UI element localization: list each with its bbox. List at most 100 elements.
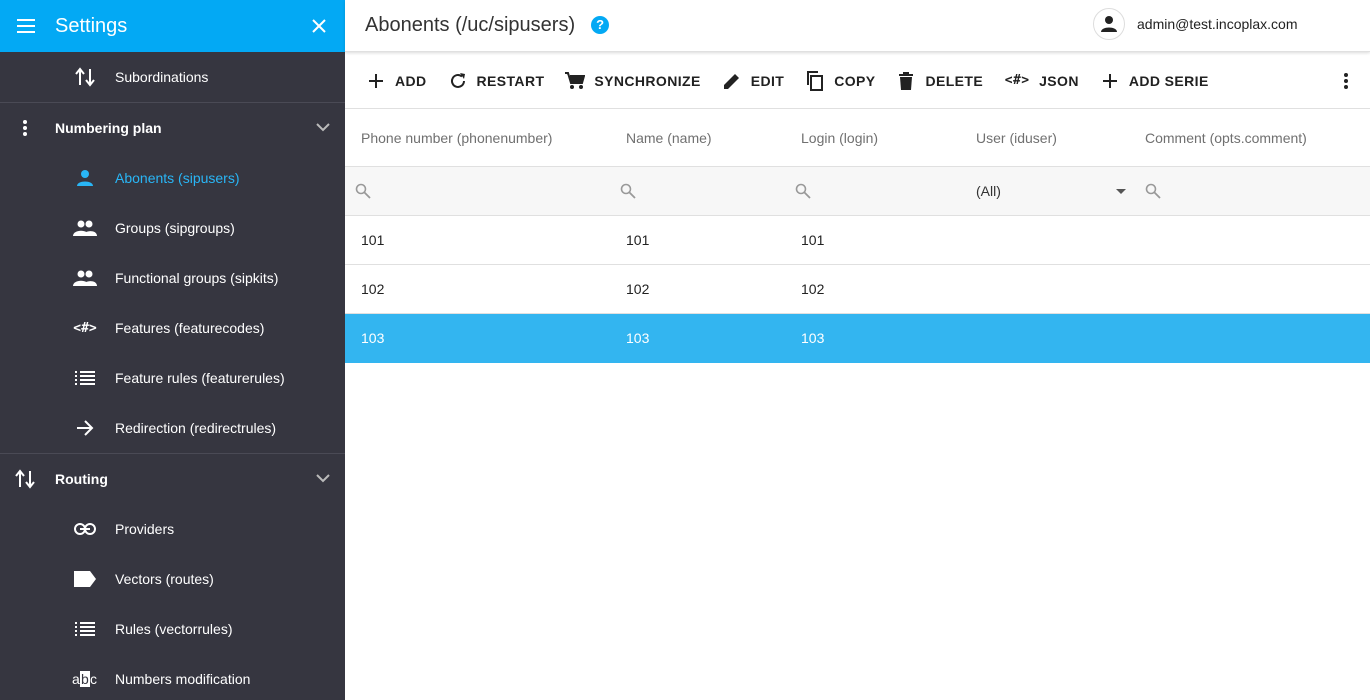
list-icon <box>72 617 98 641</box>
sidebar-item-label: Providers <box>115 521 175 537</box>
chevron-down-icon[interactable] <box>313 468 333 488</box>
edit-button-label: EDIT <box>750 72 785 89</box>
data-grid: Phone number (phonenumber) Name (name) L… <box>345 110 1370 363</box>
dropdown-arrow-icon <box>1116 188 1126 194</box>
search-icon <box>793 181 813 201</box>
close-icon[interactable] <box>307 14 331 38</box>
pencil-icon <box>721 70 743 92</box>
sidebar-item-label: Feature rules (featurerules) <box>115 370 285 386</box>
restart-button[interactable]: RESTART <box>437 63 555 99</box>
sidebar-item-label: Rules (vectorrules) <box>115 621 233 637</box>
svg-text:a: a <box>72 671 80 687</box>
sidebar-item-rules[interactable]: Rules (vectorrules) <box>0 604 345 654</box>
delete-button[interactable]: DELETE <box>885 63 993 99</box>
cell-phone: 102 <box>361 281 385 297</box>
sidebar-group-numbering-plan[interactable]: Numbering plan <box>0 102 345 153</box>
code-hash-icon: <#> <box>1004 73 1030 88</box>
code-hash-icon: <#> <box>73 320 97 336</box>
user-filter-select[interactable]: (All) <box>960 183 1135 199</box>
copy-button[interactable]: COPY <box>794 63 885 99</box>
abc-icon: abc <box>72 667 98 691</box>
cell-name: 103 <box>626 330 650 346</box>
trash-icon <box>895 70 917 92</box>
chevron-down-icon[interactable] <box>313 117 333 137</box>
phone-filter-input[interactable] <box>345 181 610 201</box>
plus-icon <box>1099 70 1121 92</box>
cell-name: 101 <box>626 232 650 248</box>
sort-arrows-icon <box>12 467 38 491</box>
avatar[interactable] <box>1093 8 1125 40</box>
link-icon <box>72 517 98 541</box>
menu-icon[interactable] <box>14 14 38 38</box>
cell-name: 102 <box>626 281 650 297</box>
synchronize-button[interactable]: SYNCHRONIZE <box>554 63 710 99</box>
help-icon[interactable]: ? <box>591 15 610 34</box>
more-vertical-icon <box>12 116 38 140</box>
table-row-selected[interactable]: 103 103 103 <box>345 314 1370 363</box>
sidebar-group-routing[interactable]: Routing <box>0 453 345 504</box>
sidebar-item-subordinations[interactable]: Subordinations <box>0 52 345 102</box>
column-header-comment[interactable]: Comment (opts.comment) <box>1135 130 1370 146</box>
page-title: Abonents (/uc/sipusers) <box>365 14 576 36</box>
sidebar-item-label: Subordinations <box>115 69 209 85</box>
login-filter-input[interactable] <box>785 181 960 201</box>
sidebar-item-functional-groups[interactable]: Functional groups (sipkits) <box>0 253 345 303</box>
cell-phone: 101 <box>361 232 385 248</box>
sidebar-item-vectors[interactable]: Vectors (routes) <box>0 554 345 604</box>
sidebar-header: Settings <box>0 0 345 52</box>
people-icon <box>72 266 98 290</box>
copy-button-label: COPY <box>834 72 876 89</box>
svg-text:c: c <box>90 671 97 687</box>
toolbar: ADD RESTART SYNCHRONIZE EDIT COPY DELETE… <box>345 53 1370 109</box>
sidebar-item-features[interactable]: <#> Features (featurecodes) <box>0 303 345 353</box>
plus-icon <box>365 70 387 92</box>
cell-login: 102 <box>801 281 825 297</box>
table-row[interactable]: 101 101 101 <box>345 216 1370 265</box>
list-icon <box>72 366 98 390</box>
sidebar-group-label: Numbering plan <box>55 120 162 136</box>
sidebar: Settings Subordinations Numbering plan A… <box>0 0 345 700</box>
person-icon <box>72 166 98 190</box>
column-header-user[interactable]: User (iduser) <box>960 130 1135 146</box>
refresh-icon <box>447 70 469 92</box>
sidebar-item-numbers-modification[interactable]: abc Numbers modification <box>0 654 345 700</box>
restart-button-label: RESTART <box>476 72 545 89</box>
comment-filter-input[interactable] <box>1135 181 1370 201</box>
sidebar-item-redirection[interactable]: Redirection (redirectrules) <box>0 403 345 453</box>
sidebar-item-label: Functional groups (sipkits) <box>115 270 279 286</box>
column-header-phone[interactable]: Phone number (phonenumber) <box>345 130 610 146</box>
copy-icon <box>804 70 826 92</box>
sidebar-item-label: Features (featurecodes) <box>115 320 265 336</box>
filter-row: (All) <box>345 167 1370 216</box>
sidebar-item-label: Numbers modification <box>115 671 251 687</box>
sidebar-item-label: Vectors (routes) <box>115 571 214 587</box>
sidebar-item-abonents[interactable]: Abonents (sipusers) <box>0 153 345 203</box>
label-icon <box>72 567 98 591</box>
sidebar-item-feature-rules[interactable]: Feature rules (featurerules) <box>0 353 345 403</box>
sidebar-item-providers[interactable]: Providers <box>0 504 345 554</box>
column-header-name[interactable]: Name (name) <box>610 130 785 146</box>
sort-arrows-icon <box>72 65 98 89</box>
sidebar-item-label: Groups (sipgroups) <box>115 220 235 236</box>
user-filter-value: (All) <box>976 183 1001 199</box>
add-button[interactable]: ADD <box>355 63 437 99</box>
delete-button-label: DELETE <box>925 72 984 89</box>
sidebar-group-label: Routing <box>55 471 108 487</box>
add-serie-button[interactable]: ADD SERIE <box>1089 63 1219 99</box>
sidebar-item-groups[interactable]: Groups (sipgroups) <box>0 203 345 253</box>
cell-login: 101 <box>801 232 825 248</box>
more-vertical-icon[interactable] <box>1334 69 1358 93</box>
sidebar-item-label: Redirection (redirectrules) <box>115 420 277 436</box>
svg-text:b: b <box>81 671 89 687</box>
search-icon <box>1143 181 1163 201</box>
grid-header: Phone number (phonenumber) Name (name) L… <box>345 110 1370 167</box>
cell-login: 103 <box>801 330 825 346</box>
user-email[interactable]: admin@test.incoplax.com <box>1137 16 1298 32</box>
edit-button[interactable]: EDIT <box>711 63 795 99</box>
json-button[interactable]: <#> JSON <box>993 63 1089 99</box>
search-icon <box>618 181 638 201</box>
table-row[interactable]: 102 102 102 <box>345 265 1370 314</box>
cart-icon <box>564 70 586 92</box>
column-header-login[interactable]: Login (login) <box>785 130 960 146</box>
name-filter-input[interactable] <box>610 181 785 201</box>
